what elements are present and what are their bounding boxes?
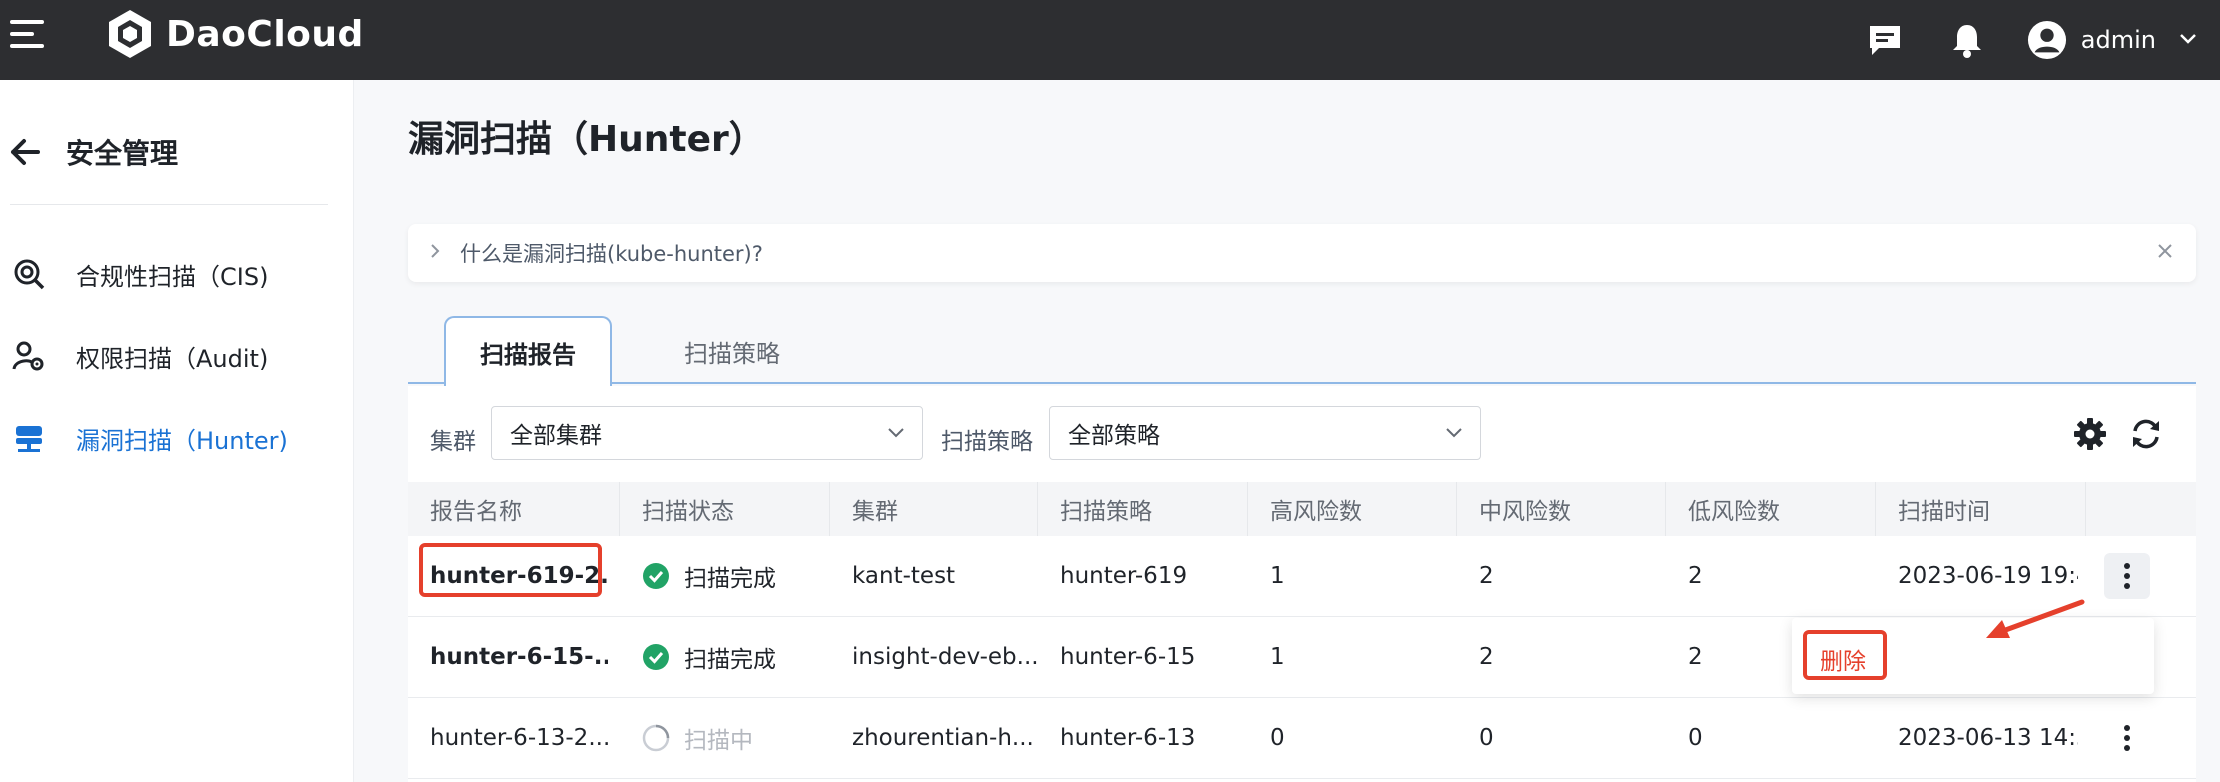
annotation-arrow-icon xyxy=(1986,599,2085,638)
medium-risk-cell: 0 xyxy=(1479,725,1494,751)
cluster-cell: zhourentian-h... xyxy=(852,725,1034,751)
permission-scan-icon xyxy=(12,341,44,371)
user-name[interactable]: admin xyxy=(2081,26,2156,54)
refresh-icon[interactable] xyxy=(2128,416,2164,452)
tab-bar: 扫描报告 扫描策略 xyxy=(408,316,2196,386)
info-text: 什么是漏洞扫描(kube-hunter)? xyxy=(460,242,763,266)
column-header[interactable]: 中风险数 xyxy=(1457,482,1666,536)
close-icon[interactable] xyxy=(2156,238,2174,266)
policy-select-value: 全部策略 xyxy=(1068,423,1160,449)
back-to-security-button[interactable]: 安全管理 xyxy=(10,124,178,180)
brand[interactable]: DaoCloud xyxy=(106,8,364,60)
low-risk-cell: 2 xyxy=(1688,563,1703,589)
status-text: 扫描完成 xyxy=(684,566,776,592)
bell-icon[interactable] xyxy=(1947,20,1987,60)
column-header[interactable]: 低风险数 xyxy=(1666,482,1876,536)
cluster-filter-label: 集群 xyxy=(430,429,476,455)
sidebar: 安全管理 合规性扫描（CIS) 权限扫描（Audit) 漏洞扫描（Hunter) xyxy=(0,80,354,782)
medium-risk-cell: 2 xyxy=(1479,644,1494,670)
arrow-left-icon xyxy=(11,139,40,165)
status-text: 扫描完成 xyxy=(684,647,776,673)
cluster-select-value: 全部集群 xyxy=(510,423,602,449)
low-risk-cell: 0 xyxy=(1688,725,1703,751)
top-bar: DaoCloud admin xyxy=(0,0,2220,80)
medium-risk-cell: 2 xyxy=(1479,563,1494,589)
tab-scan-report[interactable]: 扫描报告 xyxy=(444,316,612,386)
cluster-select[interactable]: 全部集群 xyxy=(491,406,923,460)
sidebar-item-label: 合规性扫描（CIS) xyxy=(76,262,269,291)
settings-gear-icon[interactable] xyxy=(2072,416,2108,452)
chevron-right-icon xyxy=(428,241,442,266)
annotation-highlight-delete xyxy=(1803,630,1887,680)
high-risk-cell: 0 xyxy=(1270,725,1285,751)
sidebar-item-label: 权限扫描（Audit) xyxy=(76,344,269,373)
sidebar-item-audit[interactable]: 权限扫描（Audit) xyxy=(12,328,268,384)
tab-scan-policy[interactable]: 扫描策略 xyxy=(648,316,816,386)
column-header[interactable]: 集群 xyxy=(830,482,1038,536)
policy-select[interactable]: 全部策略 xyxy=(1049,406,1481,460)
annotation-highlight-report-name xyxy=(419,543,602,597)
info-collapse[interactable]: 什么是漏洞扫描(kube-hunter)? xyxy=(408,224,2196,282)
message-icon[interactable] xyxy=(1865,20,1905,60)
scan-time-cell: 2023-06-13 14:58 xyxy=(1898,725,2078,751)
sidebar-title: 安全管理 xyxy=(66,137,179,170)
sidebar-item-cis[interactable]: 合规性扫描（CIS) xyxy=(12,246,268,302)
table-row: hunter-6-13-2... 扫描中 zhourentian-h... hu… xyxy=(408,698,2196,779)
column-header[interactable]: 报告名称 xyxy=(408,482,620,536)
sidebar-divider xyxy=(10,204,328,205)
cluster-cell: kant-test xyxy=(852,563,956,589)
more-actions-icon[interactable] xyxy=(2104,715,2150,761)
report-panel: 集群 全部集群 扫描策略 全部策略 报告名称 扫描状态 集群 扫描策略 高风险数… xyxy=(408,386,2196,782)
menu-icon[interactable] xyxy=(10,20,46,50)
high-risk-cell: 1 xyxy=(1270,644,1285,670)
daocloud-logo xyxy=(109,10,151,58)
chevron-down-icon[interactable] xyxy=(2178,31,2198,50)
table-header: 报告名称 扫描状态 集群 扫描策略 高风险数 中风险数 低风险数 扫描时间 xyxy=(408,482,2196,536)
column-header[interactable]: 扫描策略 xyxy=(1038,482,1248,536)
column-header[interactable]: 扫描时间 xyxy=(1876,482,2086,536)
high-risk-cell: 1 xyxy=(1270,563,1285,589)
status-cell: 扫描完成 xyxy=(620,617,830,697)
compliance-scan-icon xyxy=(14,259,45,290)
policy-filter-label: 扫描策略 xyxy=(941,429,1033,455)
brand-name: DaoCloud xyxy=(166,13,364,55)
user-avatar-icon[interactable] xyxy=(2027,20,2067,60)
check-circle-icon xyxy=(643,644,669,670)
policy-cell: hunter-619 xyxy=(1060,563,1188,589)
column-header[interactable]: 扫描状态 xyxy=(620,482,830,536)
vulnerability-scan-icon xyxy=(16,426,42,452)
policy-cell: hunter-6-15 xyxy=(1060,644,1196,670)
status-cell: 扫描中 xyxy=(620,698,830,778)
report-name-link[interactable]: hunter-6-13-2... xyxy=(408,698,608,778)
policy-cell: hunter-6-13 xyxy=(1060,725,1196,751)
chevron-down-icon xyxy=(1444,421,1464,449)
check-circle-icon xyxy=(643,563,669,589)
table-row: hunter-619-2... 扫描完成 kant-test hunter-61… xyxy=(408,536,2196,617)
status-cell: 扫描完成 xyxy=(620,536,830,616)
more-actions-icon[interactable] xyxy=(2104,553,2150,599)
cluster-cell: insight-dev-eb... xyxy=(852,644,1038,670)
sidebar-item-label: 漏洞扫描（Hunter) xyxy=(76,426,288,455)
column-header[interactable]: 高风险数 xyxy=(1248,482,1457,536)
loading-spinner-icon xyxy=(642,724,670,752)
page-title: 漏洞扫描（Hunter） xyxy=(408,119,765,160)
status-text: 扫描中 xyxy=(684,728,753,754)
chevron-down-icon xyxy=(886,421,906,449)
sidebar-item-hunter[interactable]: 漏洞扫描（Hunter) xyxy=(12,410,288,466)
report-name-link[interactable]: hunter-6-15-... xyxy=(408,617,608,697)
